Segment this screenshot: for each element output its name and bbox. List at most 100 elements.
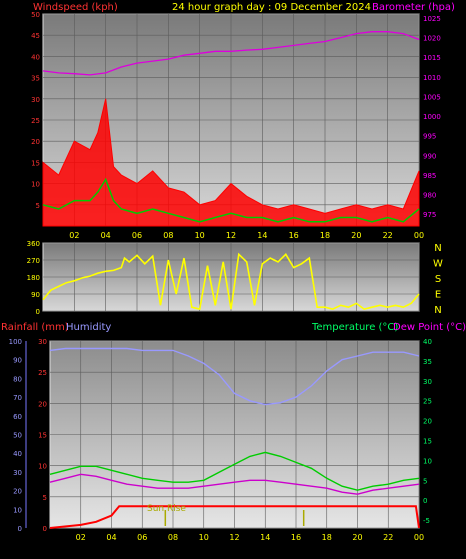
compass-label: S xyxy=(435,274,441,285)
right-tick-label: 1015 xyxy=(423,54,441,62)
time-tick-label: 00 xyxy=(414,231,424,240)
right-tick-label: 30 xyxy=(423,378,432,386)
direction-axis: 0 90 180 270 360 xyxy=(27,240,40,316)
dewpoint-title: Dew Point (°C) xyxy=(393,322,466,333)
left-tick-label: 15 xyxy=(31,159,40,167)
time-tick-label: 06 xyxy=(132,231,142,240)
right-tick-label: 5 xyxy=(423,477,427,485)
time-tick-label: 00 xyxy=(414,533,424,542)
right-tick-label: 10 xyxy=(423,457,432,465)
humidity-tick-label: 50 xyxy=(13,432,22,440)
baro-title: Barometer (hpa) xyxy=(372,2,455,13)
compass-label: W xyxy=(433,259,443,270)
right-tick-label: 20 xyxy=(423,418,432,426)
left-tick-label: 30 xyxy=(38,338,47,346)
time-tick-label: 08 xyxy=(168,533,178,542)
time-tick-label: 02 xyxy=(76,533,86,542)
left-tick-label: 20 xyxy=(31,138,40,146)
time-tick-label: 10 xyxy=(195,231,205,240)
right-tick-label: 985 xyxy=(423,172,436,180)
left-tick-label: 20 xyxy=(38,400,47,408)
humidity-tick-label: 80 xyxy=(13,375,22,383)
right-tick-label: 40 xyxy=(423,338,432,346)
humidity-tick-label: 0 xyxy=(18,525,22,533)
time-tick-label: 12 xyxy=(226,231,236,240)
time-tick-label: 04 xyxy=(106,533,116,542)
left-tick-label: 360 xyxy=(27,240,40,248)
time-tick-label: 14 xyxy=(257,231,267,240)
left-tick-label: 25 xyxy=(31,117,40,125)
left-tick-label: 270 xyxy=(27,257,40,265)
compass-label: E xyxy=(435,290,441,301)
humidity-tick-label: 10 xyxy=(13,506,22,514)
time-tick-label: 16 xyxy=(289,231,299,240)
humidity-axis: 0 10 20 30 40 50 60 70 80 90 100 xyxy=(9,338,22,533)
time-tick-label: 22 xyxy=(383,533,393,542)
left-tick-label: 5 xyxy=(36,202,40,210)
right-tick-label: 1000 xyxy=(423,113,441,121)
humidity-title: Humidity xyxy=(66,322,111,333)
right-tick-label: 975 xyxy=(423,211,436,219)
humidity-tick-label: 70 xyxy=(13,394,22,402)
wind-title: Windspeed (kph) xyxy=(33,2,118,13)
date-title: 24 hour graph day : 09 December 2024 xyxy=(172,2,371,13)
wind-time-axis: 02 04 06 08 10 12 14 16 18 20 22 00 xyxy=(69,231,424,240)
right-tick-label: 35 xyxy=(423,358,432,366)
left-tick-label: 5 xyxy=(43,494,47,502)
baro-axis: 975 980 985 990 995 1000 1005 1010 1015 1020 1025 xyxy=(423,15,441,219)
time-tick-label: 10 xyxy=(199,533,209,542)
left-tick-label: 0 xyxy=(43,525,47,533)
right-tick-label: 1010 xyxy=(423,74,441,82)
time-tick-label: 08 xyxy=(163,231,173,240)
humidity-tick-label: 30 xyxy=(13,469,22,477)
left-tick-label: 10 xyxy=(38,463,47,471)
left-tick-label: 180 xyxy=(27,274,40,282)
right-tick-label: 995 xyxy=(423,133,436,141)
rain-axis: 0 5 10 15 20 25 30 xyxy=(38,338,47,533)
right-tick-label: 1025 xyxy=(423,15,441,23)
time-tick-label: 02 xyxy=(69,231,79,240)
time-tick-label: 20 xyxy=(352,533,362,542)
wind-axis: 5 10 15 20 25 30 35 40 45 50 xyxy=(31,11,40,210)
time-tick-label: 20 xyxy=(351,231,361,240)
right-tick-label: 0 xyxy=(423,497,427,505)
time-tick-label: 04 xyxy=(101,231,111,240)
humidity-tick-label: 40 xyxy=(13,450,22,458)
humidity-tick-label: 20 xyxy=(13,488,22,496)
time-tick-label: 12 xyxy=(229,533,239,542)
weather-graph: Windspeed (kph) 24 hour graph day : 09 D… xyxy=(1,2,466,542)
left-tick-label: 10 xyxy=(31,181,40,189)
time-tick-label: 06 xyxy=(137,533,147,542)
compass-label: N xyxy=(434,243,441,254)
temperature-title: Temperature (°C) xyxy=(311,322,398,333)
rain-time-axis: 02 04 06 08 10 12 14 16 18 20 22 00 xyxy=(76,533,424,542)
right-tick-label: 25 xyxy=(423,398,432,406)
humidity-tick-label: 100 xyxy=(9,338,22,346)
sunrise-label: Sun Rise xyxy=(147,504,186,514)
time-tick-label: 18 xyxy=(322,533,332,542)
left-tick-label: 15 xyxy=(38,432,47,440)
left-tick-label: 0 xyxy=(36,308,40,316)
right-tick-label: 980 xyxy=(423,192,436,200)
humidity-tick-label: 60 xyxy=(13,413,22,421)
left-tick-label: 30 xyxy=(31,96,40,104)
left-tick-label: 90 xyxy=(31,291,40,299)
rain-title: Rainfall (mm) xyxy=(1,322,69,333)
left-tick-label: 35 xyxy=(31,75,40,83)
left-tick-label: 45 xyxy=(31,32,40,40)
right-tick-label: 990 xyxy=(423,152,436,160)
left-tick-label: 50 xyxy=(31,11,40,19)
humidity-tick-label: 90 xyxy=(13,357,22,365)
time-tick-label: 16 xyxy=(291,533,301,542)
left-tick-label: 25 xyxy=(38,369,47,377)
time-tick-label: 22 xyxy=(383,231,393,240)
right-tick-label: 1020 xyxy=(423,35,441,43)
compass-label: N xyxy=(434,305,441,316)
compass-labels: NWSEN xyxy=(433,243,443,316)
right-tick-label: -5 xyxy=(423,517,430,525)
left-tick-label: 40 xyxy=(31,53,40,61)
time-tick-label: 14 xyxy=(260,533,270,542)
time-tick-label: 18 xyxy=(320,231,330,240)
temperature-axis: -5 0 5 10 15 20 25 30 35 40 xyxy=(423,338,432,525)
right-tick-label: 1005 xyxy=(423,93,441,101)
